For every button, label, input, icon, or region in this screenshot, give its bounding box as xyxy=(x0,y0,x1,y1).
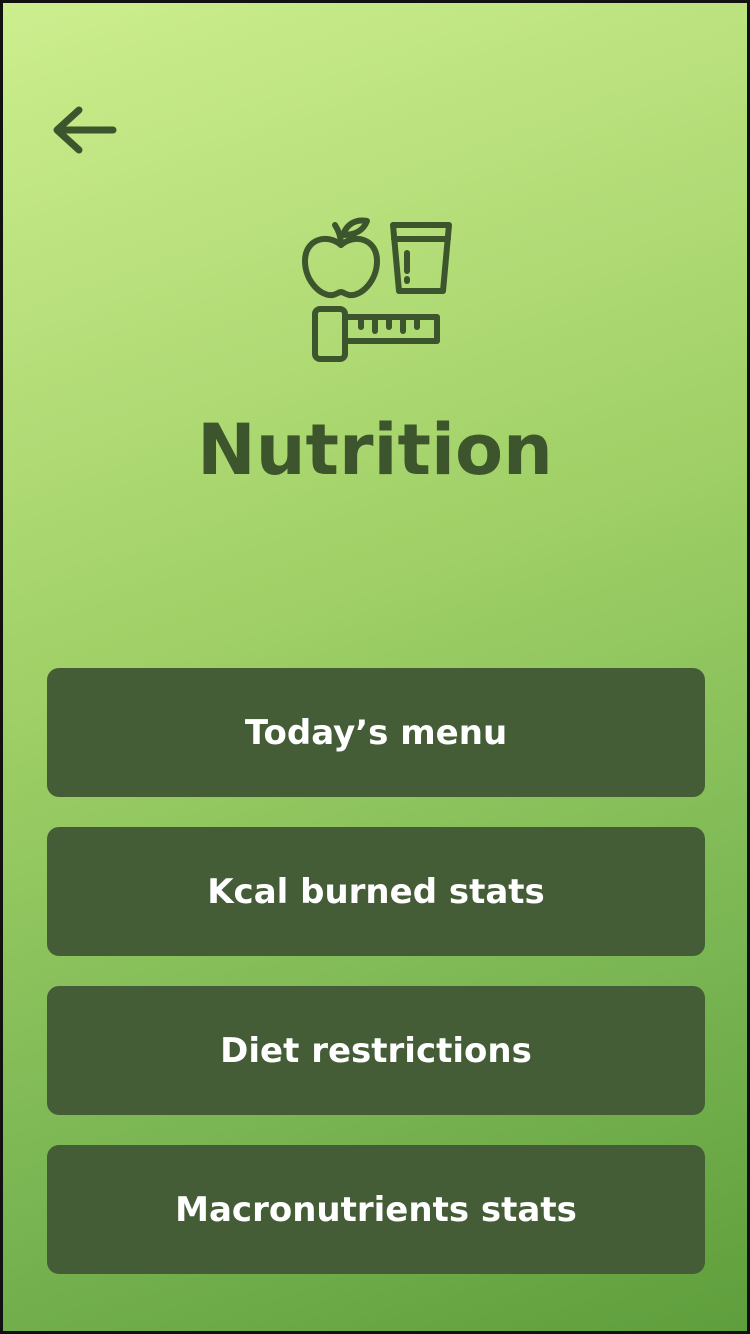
nutrition-screen: Nutrition Today’s menu Kcal burned stats… xyxy=(0,0,750,1334)
diet-restrictions-button[interactable]: Diet restrictions xyxy=(47,986,705,1115)
menu-item-label: Diet restrictions xyxy=(220,1030,532,1071)
menu-item-label: Kcal burned stats xyxy=(207,871,545,912)
menu-item-label: Today’s menu xyxy=(244,712,508,753)
arrow-left-icon xyxy=(53,106,117,154)
menu-item-label: Macronutrients stats xyxy=(175,1189,577,1230)
nutrition-icon xyxy=(302,217,452,362)
macronutrients-stats-button[interactable]: Macronutrients stats xyxy=(47,1145,705,1274)
todays-menu-button[interactable]: Today’s menu xyxy=(47,668,705,797)
page-title: Nutrition xyxy=(197,409,553,491)
back-button[interactable] xyxy=(45,99,123,161)
kcal-burned-stats-button[interactable]: Kcal burned stats xyxy=(47,827,705,956)
menu-list: Today’s menu Kcal burned stats Diet rest… xyxy=(47,668,705,1274)
